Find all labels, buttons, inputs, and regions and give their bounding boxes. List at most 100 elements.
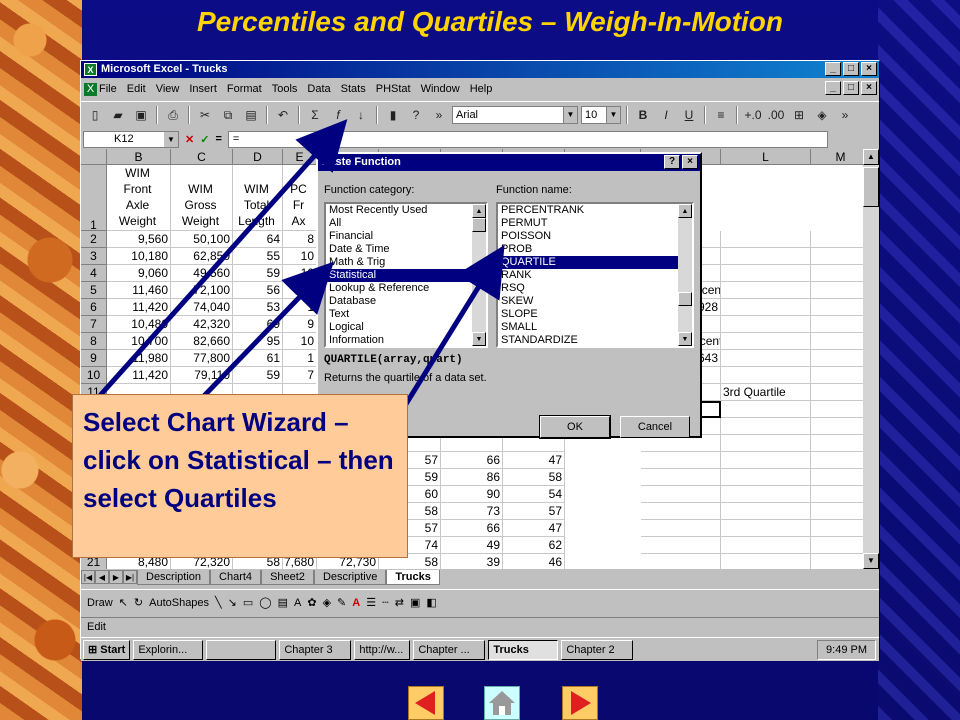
select-objects-icon[interactable]: ↖ xyxy=(119,596,128,609)
workbook-icon[interactable]: X xyxy=(84,83,97,96)
cell-l10[interactable] xyxy=(721,367,811,384)
row-header[interactable]: 10 xyxy=(81,367,107,384)
print-icon[interactable]: ⎙ xyxy=(163,105,183,125)
cell-d3[interactable]: 55 xyxy=(233,248,283,265)
menu-stats[interactable]: Stats xyxy=(341,83,366,95)
cell-d9[interactable]: 61 xyxy=(233,350,283,367)
header-cell-b[interactable]: WIM Front Axle Weight xyxy=(107,165,171,231)
cell-m14[interactable] xyxy=(811,435,865,452)
toolbar-options-icon[interactable]: » xyxy=(835,105,855,125)
underline-icon[interactable]: U xyxy=(679,105,699,125)
function-name-list[interactable]: ▲ ▼ PERCENTRANK PERMUT POISSON PROB QUARTILE R… xyxy=(496,202,694,348)
cell-b2[interactable]: 9,560 xyxy=(107,231,171,248)
last-sheet-icon[interactable]: ▶| xyxy=(123,570,137,584)
cell-i20[interactable]: 62 xyxy=(503,537,565,554)
cell-c7[interactable]: 42,320 xyxy=(171,316,233,333)
header-cell-c[interactable]: WIM Gross Weight xyxy=(171,165,233,231)
italic-icon[interactable]: I xyxy=(656,105,676,125)
fill-color-icon[interactable]: ◈ xyxy=(812,105,832,125)
cell-l14[interactable] xyxy=(721,435,811,452)
sheet-tab-sheet2[interactable]: Sheet2 xyxy=(261,569,314,585)
menu-edit[interactable]: Edit xyxy=(127,83,146,95)
cell-m3[interactable] xyxy=(811,248,865,265)
menu-view[interactable]: View xyxy=(156,83,180,95)
new-icon[interactable]: ▯ xyxy=(85,105,105,125)
cell-m13[interactable] xyxy=(811,418,865,435)
cell-b9[interactable]: 11,980 xyxy=(107,350,171,367)
menu-tools[interactable]: Tools xyxy=(272,83,298,95)
function-category-list[interactable]: ▲ ▼ Most Recently Used All Financial Date & … xyxy=(324,202,488,348)
task-blank[interactable] xyxy=(206,639,277,660)
cell-h18[interactable]: 73 xyxy=(441,503,503,520)
formula-equals-label[interactable]: = xyxy=(215,133,221,145)
task-chapter-3[interactable]: Chapter 3 xyxy=(279,639,352,660)
paste-function-icon[interactable]: f xyxy=(328,105,348,125)
task-chapter-word[interactable]: Chapter ... xyxy=(413,639,486,660)
category-item[interactable]: Logical xyxy=(326,321,486,334)
paste-icon[interactable]: ▤ xyxy=(241,105,261,125)
cell-m20[interactable] xyxy=(811,537,865,554)
cell-d10[interactable]: 59 xyxy=(233,367,283,384)
cell-h21[interactable]: 39 xyxy=(441,554,503,569)
cell-l8[interactable] xyxy=(721,333,811,350)
cell-m15[interactable] xyxy=(811,452,865,469)
cell-h16[interactable]: 86 xyxy=(441,469,503,486)
cell-l18[interactable] xyxy=(721,503,811,520)
cell-b3[interactable]: 10,180 xyxy=(107,248,171,265)
cell-m8[interactable] xyxy=(811,333,865,350)
cell-d7[interactable]: 69 xyxy=(233,316,283,333)
cell-h20[interactable]: 49 xyxy=(441,537,503,554)
cell-m6[interactable] xyxy=(811,299,865,316)
start-button[interactable]: ⊞ Start xyxy=(83,639,131,660)
category-item[interactable]: Database xyxy=(326,295,486,308)
cell-m12[interactable] xyxy=(811,401,865,418)
sheet-tab-descriptive[interactable]: Descriptive xyxy=(313,569,387,585)
row-header[interactable]: 8 xyxy=(81,333,107,350)
cell-k18[interactable] xyxy=(641,503,721,520)
cell-l17[interactable] xyxy=(721,486,811,503)
font-size-select[interactable]: 10 ▼ xyxy=(581,105,621,124)
formula-input[interactable]: = xyxy=(227,130,828,148)
home-button[interactable] xyxy=(484,686,520,720)
draw-menu[interactable]: Draw xyxy=(87,597,113,609)
clip-art-icon[interactable]: ✿ xyxy=(307,596,316,609)
cell-i17[interactable]: 54 xyxy=(503,486,565,503)
align-icon[interactable]: ≡ xyxy=(711,105,731,125)
row-header[interactable]: 3 xyxy=(81,248,107,265)
cell-h15[interactable]: 66 xyxy=(441,452,503,469)
column-header-e[interactable]: E xyxy=(283,149,317,165)
cut-icon[interactable]: ✂ xyxy=(195,105,215,125)
row-header[interactable]: 1 xyxy=(81,165,107,232)
cell-l5[interactable] xyxy=(721,282,811,299)
cell-c9[interactable]: 77,800 xyxy=(171,350,233,367)
cell-c8[interactable]: 82,660 xyxy=(171,333,233,350)
cell-m19[interactable] xyxy=(811,520,865,537)
help-icon[interactable]: ? xyxy=(406,105,426,125)
increase-decimal-icon[interactable]: +.0 xyxy=(743,105,763,125)
cell-e4[interactable]: 10 xyxy=(283,265,317,282)
menu-file[interactable]: File xyxy=(99,83,117,95)
category-item[interactable]: Math & Trig xyxy=(326,256,486,269)
cell-c4[interactable]: 49,560 xyxy=(171,265,233,282)
category-item[interactable]: Statistical xyxy=(326,269,486,282)
cell-e5[interactable]: 10 xyxy=(283,282,317,299)
dash-style-icon[interactable]: ┄ xyxy=(382,596,389,609)
category-item[interactable]: Date & Time xyxy=(326,243,486,256)
cell-c10[interactable]: 79,110 xyxy=(171,367,233,384)
minimize-button[interactable]: _ xyxy=(825,62,841,76)
function-item[interactable]: SLOPE xyxy=(498,308,692,321)
cell-i21[interactable]: 46 xyxy=(503,554,565,569)
function-item[interactable]: POISSON xyxy=(498,230,692,243)
cell-e7[interactable]: 9 xyxy=(283,316,317,333)
cell-m10[interactable] xyxy=(811,367,865,384)
row-header[interactable]: 5 xyxy=(81,282,107,299)
column-header-d[interactable]: D xyxy=(233,149,283,165)
sheet-tab-description[interactable]: Description xyxy=(137,569,211,585)
autosum-icon[interactable]: Σ xyxy=(305,105,325,125)
cell-m5[interactable] xyxy=(811,282,865,299)
cell-l16[interactable] xyxy=(721,469,811,486)
column-header-m[interactable]: M xyxy=(811,149,865,165)
cell-k19[interactable] xyxy=(641,520,721,537)
cell-k17[interactable] xyxy=(641,486,721,503)
bold-icon[interactable]: B xyxy=(633,105,653,125)
